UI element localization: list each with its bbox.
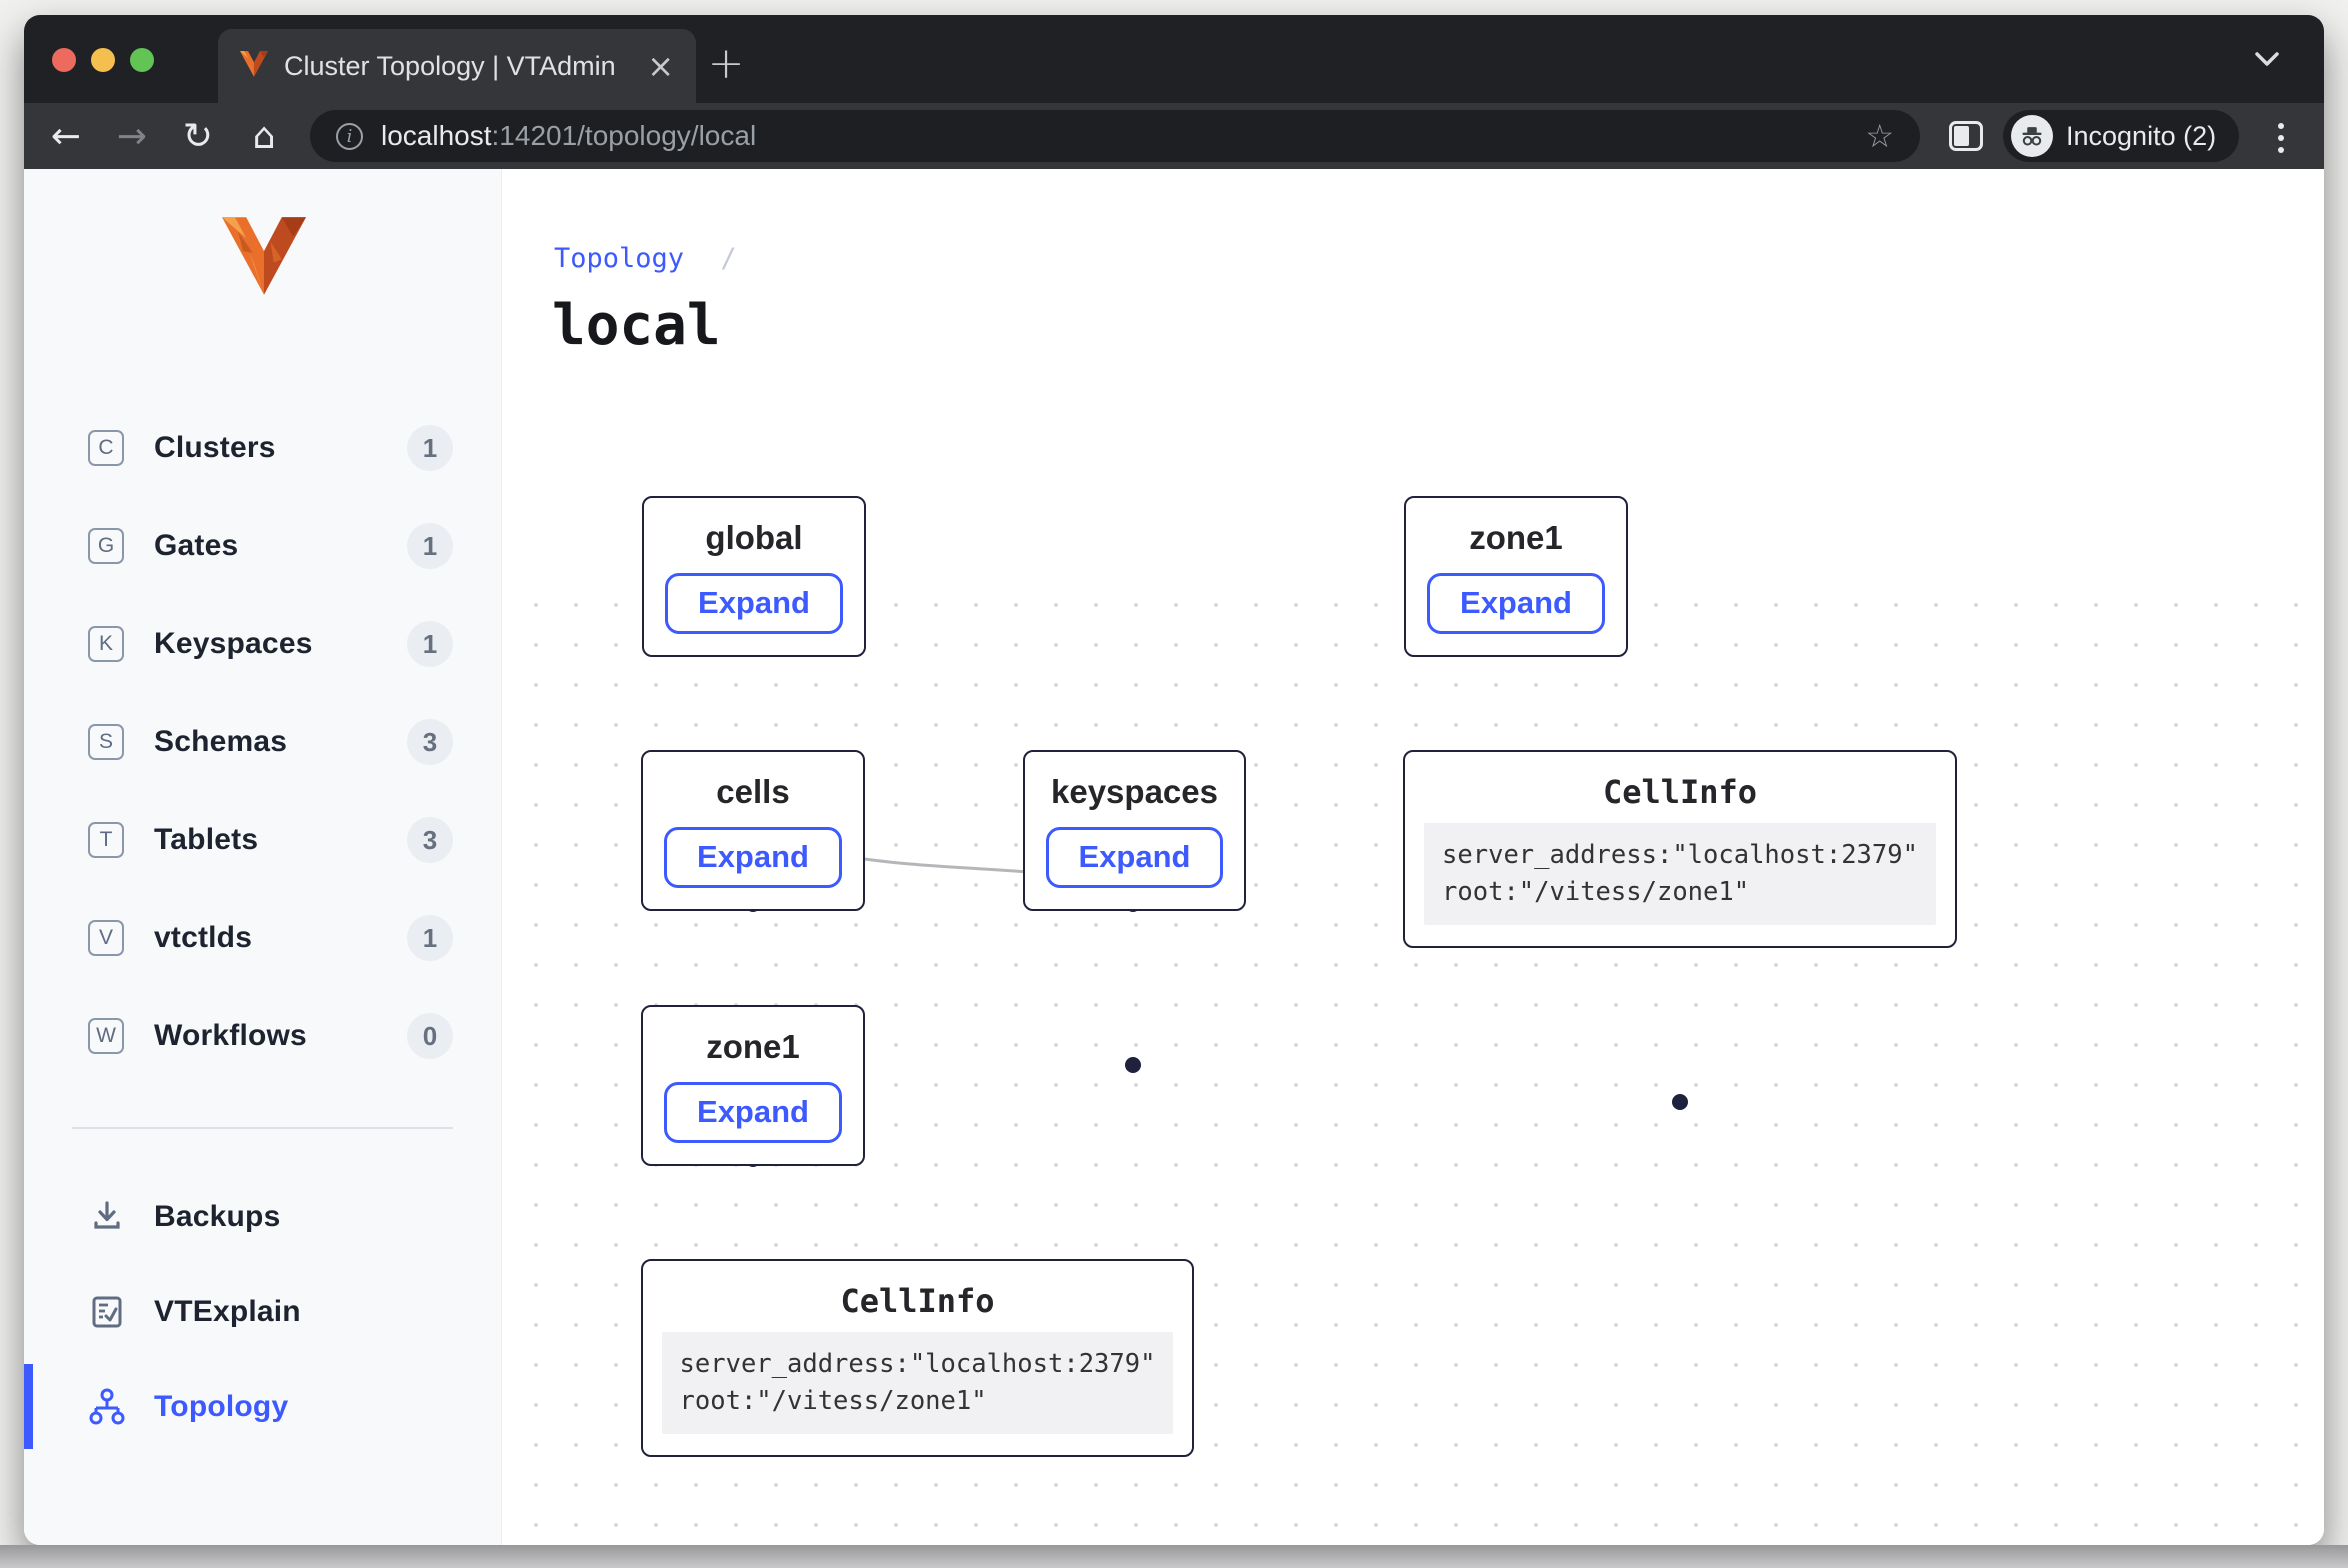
reload-icon[interactable]: ↻: [174, 116, 222, 157]
sidebar: C Clusters 1 G Gates 1 K Keyspaces 1 S S…: [24, 169, 502, 1545]
vtexplain-doc-check-icon: [88, 1294, 126, 1330]
desktop-shadow-band: [0, 1545, 2348, 1568]
tablets-count-badge: 3: [407, 817, 453, 863]
sidebar-item-schemas[interactable]: S Schemas 3: [24, 693, 501, 791]
url-host: localhost: [381, 120, 492, 152]
clusters-letter-icon: C: [88, 430, 124, 466]
node-cellinfo-right: CellInfo server_address:"localhost:2379"…: [1403, 750, 1957, 948]
topology-tree-icon: [88, 1387, 126, 1427]
vitess-logo: [222, 217, 306, 300]
node-cells: cells Expand: [641, 750, 865, 911]
incognito-label: Incognito (2): [2066, 121, 2216, 152]
bookmark-star-icon[interactable]: ☆: [1865, 117, 1894, 155]
new-tab-button[interactable]: +: [700, 37, 752, 89]
sidebar-item-vtctlds[interactable]: V vtctlds 1: [24, 889, 501, 987]
browser-tab[interactable]: Cluster Topology | VTAdmin ×: [218, 29, 696, 103]
sidebar-item-topology[interactable]: Topology: [24, 1359, 501, 1454]
url-path: :14201/topology/local: [492, 120, 757, 152]
browser-toolbar: ← → ↻ ⌂ i localhost:14201/topology/local…: [24, 103, 2324, 169]
node-keyspaces: keyspaces Expand: [1023, 750, 1246, 911]
vitess-favicon-icon: [240, 51, 268, 82]
keyspaces-count-badge: 1: [407, 621, 453, 667]
expand-button-cells[interactable]: Expand: [664, 827, 842, 887]
node-zone1-top: zone1 Expand: [1404, 496, 1628, 657]
side-panel-icon[interactable]: [1949, 121, 1983, 151]
active-indicator: [24, 1364, 33, 1449]
schemas-count-badge: 3: [407, 719, 453, 765]
incognito-icon: [2011, 115, 2053, 157]
page-title: local: [552, 293, 721, 358]
vtctlds-letter-icon: V: [88, 920, 124, 956]
tab-search-chevron-icon[interactable]: [2254, 51, 2280, 72]
main-panel: Topology / local: [502, 169, 2324, 1545]
tab-title: Cluster Topology | VTAdmin: [284, 51, 631, 82]
zoom-window-button[interactable]: [130, 48, 154, 72]
workflows-count-badge: 0: [407, 1013, 453, 1059]
sidebar-divider: [72, 1127, 453, 1129]
gates-count-badge: 1: [407, 523, 453, 569]
cellinfo-code: server_address:"localhost:2379" root:"/v…: [1424, 823, 1936, 925]
sidebar-item-keyspaces[interactable]: K Keyspaces 1: [24, 595, 501, 693]
sidebar-nav: C Clusters 1 G Gates 1 K Keyspaces 1 S S…: [24, 399, 501, 1454]
breadcrumb: Topology /: [554, 243, 737, 274]
sidebar-item-workflows[interactable]: W Workflows 0: [24, 987, 501, 1085]
close-window-button[interactable]: [52, 48, 76, 72]
sidebar-item-backups[interactable]: Backups: [24, 1169, 501, 1264]
expand-button-global[interactable]: Expand: [665, 573, 843, 633]
sidebar-item-gates[interactable]: G Gates 1: [24, 497, 501, 595]
browser-menu-icon[interactable]: [2272, 117, 2290, 159]
back-icon[interactable]: ←: [42, 116, 90, 157]
home-icon[interactable]: ⌂: [240, 116, 288, 157]
download-icon: [88, 1199, 126, 1235]
tablets-letter-icon: T: [88, 822, 124, 858]
site-info-icon[interactable]: i: [336, 123, 363, 150]
address-bar[interactable]: i localhost:14201/topology/local ☆: [310, 110, 1920, 162]
clusters-count-badge: 1: [407, 425, 453, 471]
breadcrumb-separator: /: [720, 243, 736, 274]
tab-close-icon[interactable]: ×: [647, 50, 674, 82]
page-content: C Clusters 1 G Gates 1 K Keyspaces 1 S S…: [24, 169, 2324, 1545]
tab-strip: Cluster Topology | VTAdmin × +: [24, 15, 2324, 103]
sidebar-item-tablets[interactable]: T Tablets 3: [24, 791, 501, 889]
cellinfo-code: server_address:"localhost:2379" root:"/v…: [662, 1332, 1174, 1434]
sidebar-item-clusters[interactable]: C Clusters 1: [24, 399, 501, 497]
node-cellinfo-bottom: CellInfo server_address:"localhost:2379"…: [641, 1259, 1194, 1457]
schemas-letter-icon: S: [88, 724, 124, 760]
browser-window: Cluster Topology | VTAdmin × + ← → ↻ ⌂ i…: [24, 15, 2324, 1545]
node-global: global Expand: [642, 496, 866, 657]
traffic-lights: [52, 48, 154, 72]
forward-icon[interactable]: →: [108, 116, 156, 157]
keyspaces-letter-icon: K: [88, 626, 124, 662]
gates-letter-icon: G: [88, 528, 124, 564]
breadcrumb-topology-link[interactable]: Topology: [554, 243, 684, 274]
workflows-letter-icon: W: [88, 1018, 124, 1054]
minimize-window-button[interactable]: [91, 48, 115, 72]
sidebar-item-vtexplain[interactable]: VTExplain: [24, 1264, 501, 1359]
vtctlds-count-badge: 1: [407, 915, 453, 961]
expand-button-zone1-lower[interactable]: Expand: [664, 1082, 842, 1142]
expand-button-zone1-top[interactable]: Expand: [1427, 573, 1605, 633]
incognito-badge: Incognito (2): [2003, 110, 2239, 162]
node-zone1-lower: zone1 Expand: [641, 1005, 865, 1166]
expand-button-keyspaces[interactable]: Expand: [1046, 827, 1224, 887]
